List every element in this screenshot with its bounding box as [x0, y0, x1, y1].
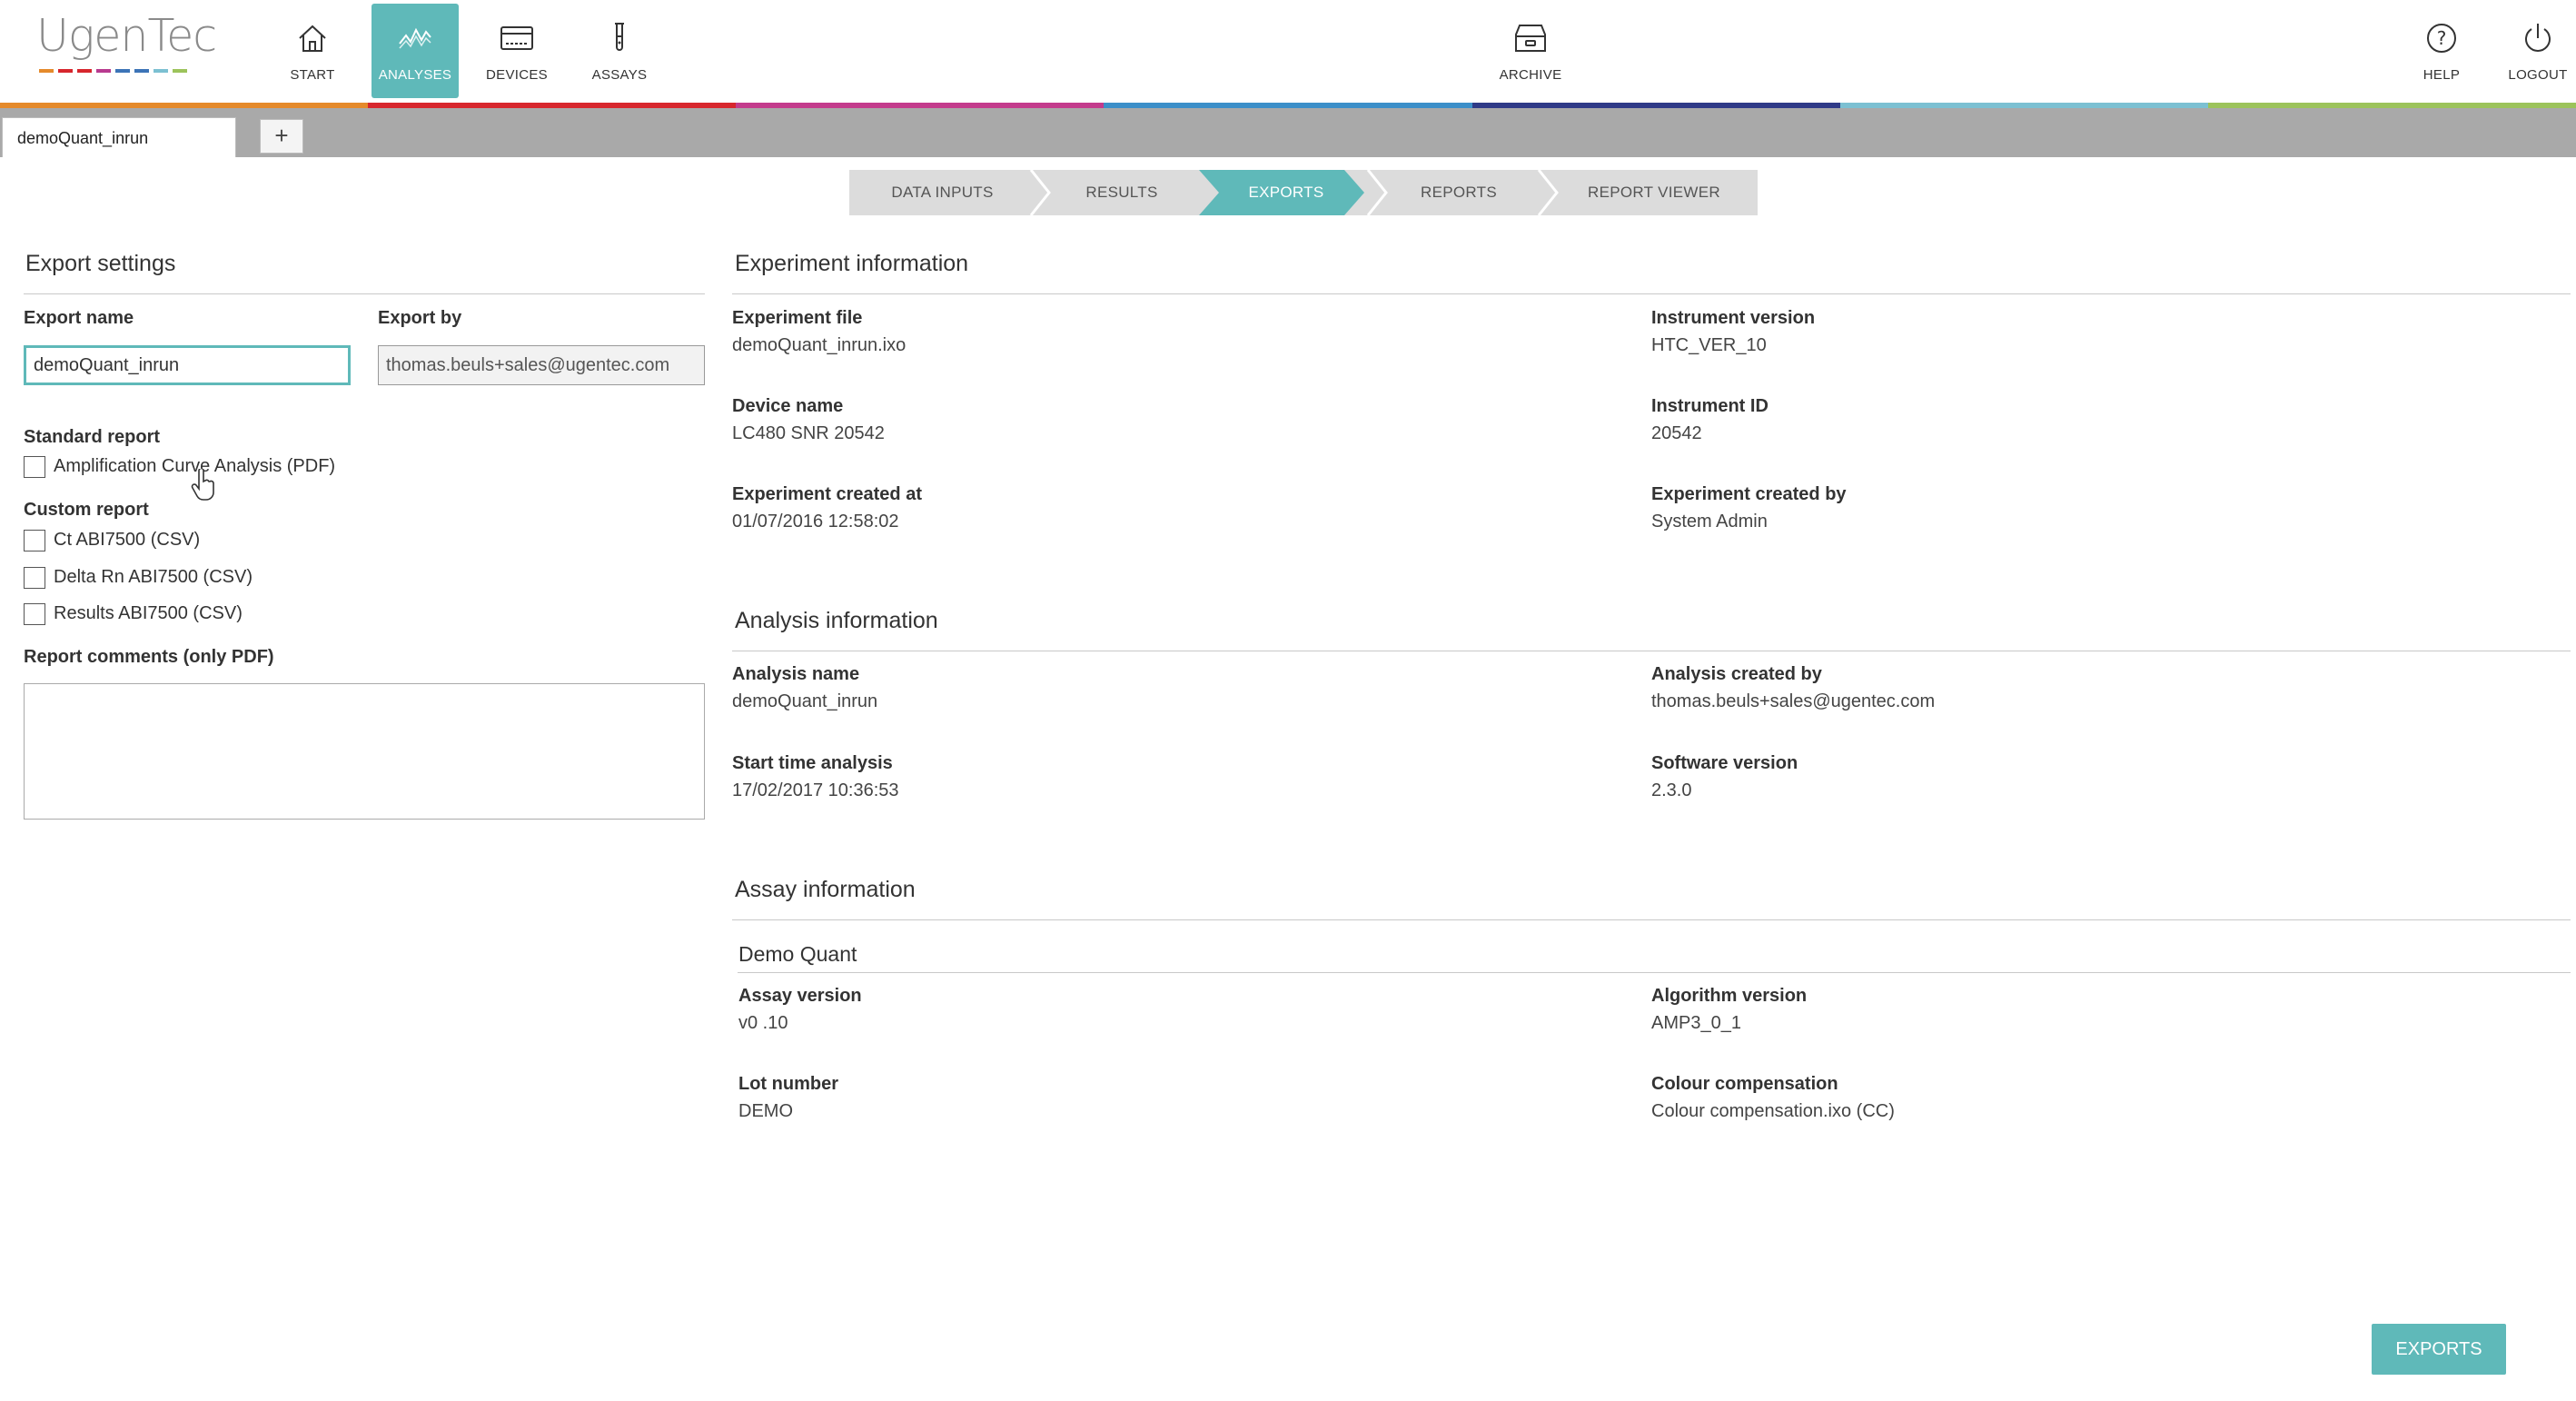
- instrument-version-label: Instrument version: [1651, 308, 1816, 328]
- section-divider: [738, 972, 2571, 973]
- experiment-created-by-label: Experiment created by: [1651, 484, 1847, 504]
- tab-demoquant-inrun[interactable]: demoQuant_inrun: [2, 117, 236, 157]
- standard-report-label: Standard report: [24, 427, 161, 447]
- workflow-steps: DATA INPUTS RESULTS EXPORTS REPORTS REPO…: [849, 170, 1758, 215]
- assay-version-label: Assay version: [738, 986, 862, 1006]
- ugentec-logo[interactable]: UgenTec: [36, 10, 217, 84]
- device-name-label: Device name: [732, 396, 844, 416]
- ct-abi7500-checkbox[interactable]: [24, 530, 45, 551]
- amplification-curve-checkbox[interactable]: [24, 456, 45, 478]
- nav-devices[interactable]: DEVICES: [473, 4, 560, 98]
- experiment-created-by-value: System Admin: [1651, 512, 1768, 532]
- section-divider: [732, 919, 2571, 920]
- step-exports[interactable]: EXPORTS: [1208, 170, 1364, 215]
- hand-cursor-icon: [191, 469, 214, 501]
- nav-help-label: HELP: [2422, 67, 2461, 83]
- section-divider: [24, 293, 705, 294]
- instrument-id-label: Instrument ID: [1651, 396, 1769, 416]
- test-tube-icon: [615, 23, 624, 51]
- archive-box-icon: [1515, 25, 1546, 52]
- experiment-file-value: demoQuant_inrun.ixo: [732, 335, 907, 355]
- colour-compensation-label: Colour compensation: [1651, 1074, 1838, 1094]
- nav-assays[interactable]: ASSAYS: [576, 4, 663, 98]
- logo-dash: [173, 69, 187, 73]
- nav-analyses[interactable]: ANALYSES: [372, 4, 459, 98]
- nav-start[interactable]: START: [269, 4, 356, 98]
- export-by-input[interactable]: [378, 345, 705, 385]
- start-time-analysis-value: 17/02/2017 10:36:53: [732, 780, 899, 800]
- svg-text:?: ?: [2437, 27, 2447, 49]
- assay-information-title: Assay information: [735, 877, 916, 902]
- assay-version-value: v0 .10: [738, 1013, 788, 1033]
- home-icon: [299, 25, 326, 52]
- instrument-version-value: HTC_VER_10: [1651, 335, 1767, 355]
- export-name-input[interactable]: [24, 345, 351, 385]
- delta-rn-abi7500-label[interactable]: Delta Rn ABI7500 (CSV): [54, 567, 253, 588]
- top-navigation-bar: UgenTec START ANALYSES DEVICES ASSAYS AR…: [0, 0, 2576, 103]
- experiment-file-label: Experiment file: [732, 308, 863, 328]
- export-settings-title: Export settings: [25, 251, 176, 276]
- export-name-label: Export name: [24, 308, 134, 328]
- nav-archive-label: ARCHIVE: [1499, 67, 1562, 83]
- nav-logout[interactable]: LOGOUT: [2500, 4, 2576, 98]
- step-data-inputs[interactable]: DATA INPUTS: [849, 170, 1035, 215]
- device-icon: [500, 26, 533, 50]
- experiment-information-title: Experiment information: [735, 251, 969, 276]
- lot-number-label: Lot number: [738, 1074, 838, 1094]
- logo-dash: [134, 69, 149, 73]
- algorithm-version-label: Algorithm version: [1651, 986, 1808, 1006]
- step-results[interactable]: RESULTS: [1042, 170, 1202, 215]
- instrument-id-value: 20542: [1651, 423, 1702, 443]
- results-abi7500-checkbox[interactable]: [24, 603, 45, 625]
- colour-compensation-value: Colour compensation.ixo (CC): [1651, 1101, 1895, 1121]
- export-by-label: Export by: [378, 308, 462, 328]
- experiment-created-at-label: Experiment created at: [732, 484, 922, 504]
- custom-report-label: Custom report: [24, 500, 149, 520]
- software-version-label: Software version: [1651, 753, 1798, 773]
- step-report-viewer[interactable]: REPORT VIEWER: [1551, 170, 1758, 215]
- report-comments-label: Report comments (only PDF): [24, 647, 274, 667]
- logo-text: UgenTec: [36, 10, 217, 62]
- analyses-chart-icon: [399, 27, 431, 49]
- logo-dash: [115, 69, 130, 73]
- software-version-value: 2.3.0: [1651, 780, 1692, 800]
- nav-help[interactable]: ? HELP: [2398, 4, 2485, 98]
- nav-archive[interactable]: ARCHIVE: [1487, 4, 1574, 98]
- document-tab-strip: demoQuant_inrun +: [0, 108, 2576, 157]
- assay-name: Demo Quant: [738, 942, 857, 966]
- nav-analyses-label: ANALYSES: [378, 67, 452, 83]
- delta-rn-abi7500-checkbox[interactable]: [24, 567, 45, 589]
- section-divider: [732, 293, 2571, 294]
- analysis-information-title: Analysis information: [735, 608, 938, 633]
- experiment-created-at-value: 01/07/2016 12:58:02: [732, 512, 899, 532]
- logo-dash: [77, 69, 92, 73]
- analysis-name-label: Analysis name: [732, 664, 860, 684]
- device-name-value: LC480 SNR 20542: [732, 423, 885, 443]
- nav-devices-label: DEVICES: [486, 67, 548, 83]
- algorithm-version-value: AMP3_0_1: [1651, 1013, 1741, 1033]
- analysis-created-by-label: Analysis created by: [1651, 664, 1822, 684]
- analysis-name-value: demoQuant_inrun: [732, 691, 878, 711]
- exports-button[interactable]: EXPORTS: [2372, 1324, 2506, 1375]
- power-icon: [2525, 24, 2551, 52]
- logo-dash: [39, 69, 54, 73]
- nav-logout-label: LOGOUT: [2508, 67, 2568, 83]
- step-reports[interactable]: REPORTS: [1376, 170, 1541, 215]
- logo-dash: [58, 69, 73, 73]
- nav-assays-label: ASSAYS: [591, 67, 648, 83]
- ct-abi7500-label[interactable]: Ct ABI7500 (CSV): [54, 530, 200, 551]
- logo-dash: [154, 69, 168, 73]
- start-time-analysis-label: Start time analysis: [732, 753, 893, 773]
- lot-number-value: DEMO: [738, 1101, 793, 1121]
- results-abi7500-label[interactable]: Results ABI7500 (CSV): [54, 603, 243, 624]
- logo-dash: [96, 69, 111, 73]
- analysis-created-by-value: thomas.beuls+sales@ugentec.com: [1651, 691, 1936, 711]
- add-tab-button[interactable]: +: [260, 119, 303, 154]
- nav-start-label: START: [290, 67, 335, 83]
- report-comments-textarea[interactable]: [24, 683, 705, 820]
- help-icon: ?: [2427, 24, 2456, 53]
- logo-dashes: [39, 69, 209, 73]
